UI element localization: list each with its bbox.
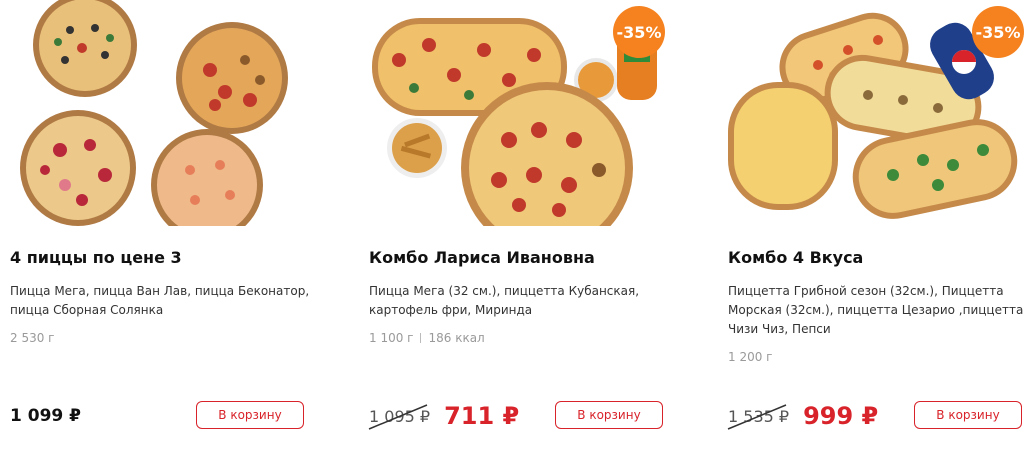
price-row: 1 095 ₽ 711 ₽ bbox=[368, 401, 520, 431]
old-price: 1 535 ₽ bbox=[727, 403, 789, 430]
new-price: 999 ₽ bbox=[803, 402, 879, 430]
weight-value: 2 530 г bbox=[10, 331, 55, 345]
discount-badge: -35% bbox=[972, 6, 1024, 58]
product-card[interactable]: 4 пиццы по цене 3 Пицца Мега, пицца Ван … bbox=[10, 0, 330, 451]
product-image[interactable]: -35% bbox=[728, 0, 1024, 226]
product-meta: 1 100 г 186 ккал bbox=[369, 331, 485, 345]
product-weight: 1 200 г bbox=[728, 350, 772, 364]
product-title[interactable]: Комбо Лариса Ивановна bbox=[369, 248, 595, 267]
product-description: Пиццетта Грибной сезон (32см.), Пиццетта… bbox=[728, 284, 1024, 336]
strike-line-icon bbox=[727, 403, 787, 430]
product-title[interactable]: 4 пиццы по цене 3 bbox=[10, 248, 182, 267]
old-price: 1 095 ₽ bbox=[368, 403, 430, 430]
new-price: 711 ₽ bbox=[444, 402, 520, 430]
meta-separator bbox=[420, 333, 422, 343]
product-card[interactable]: -35% Комбо 4 Вкуса Пиццетта Грибной сезо… bbox=[727, 0, 1036, 451]
calories-value: 186 ккал bbox=[428, 331, 485, 345]
add-to-cart-button[interactable]: В корзину bbox=[914, 401, 1022, 429]
product-image[interactable] bbox=[10, 0, 306, 226]
product-image[interactable]: -35% bbox=[369, 0, 665, 226]
weight-value: 1 100 г bbox=[369, 331, 414, 345]
add-to-cart-button[interactable]: В корзину bbox=[555, 401, 663, 429]
product-card[interactable]: -35% Комбо Лариса Ивановна Пицца Мега (3… bbox=[368, 0, 689, 451]
product-description: Пицца Мега, пицца Ван Лав, пицца Беконат… bbox=[10, 284, 310, 317]
product-title[interactable]: Комбо 4 Вкуса bbox=[728, 248, 863, 267]
strike-line-icon bbox=[368, 403, 428, 430]
discount-badge: -35% bbox=[613, 6, 665, 58]
weight-value: 1 200 г bbox=[728, 350, 773, 364]
add-to-cart-button[interactable]: В корзину bbox=[196, 401, 304, 429]
product-price: 1 099 ₽ bbox=[10, 406, 81, 426]
product-weight: 2 530 г bbox=[10, 331, 54, 345]
price-row: 1 099 ₽ bbox=[10, 401, 81, 431]
price-row: 1 535 ₽ 999 ₽ bbox=[727, 401, 879, 431]
product-description: Пицца Мега (32 см.), пиццетта Кубанская,… bbox=[369, 284, 640, 317]
product-grid: 4 пиццы по цене 3 Пицца Мега, пицца Ван … bbox=[0, 0, 1036, 451]
